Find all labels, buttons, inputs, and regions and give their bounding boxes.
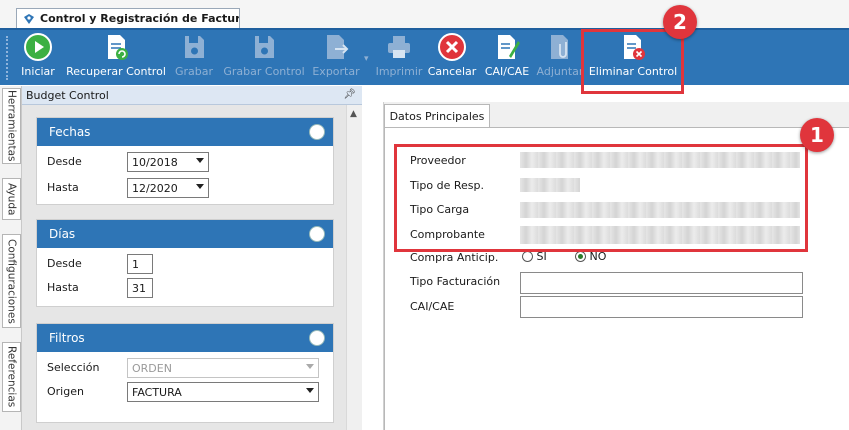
chevron-down-icon [306, 364, 314, 369]
toolbar: Iniciar Recuperar Control Grabar Grabar … [0, 28, 849, 85]
print-button-label: Imprimir [375, 65, 423, 78]
side-tab-herramientas[interactable]: Herramientas [2, 88, 21, 164]
cancel-button[interactable]: Cancelar [428, 32, 476, 85]
seleccion-label: Selección [47, 361, 100, 374]
recover-document-icon [108, 35, 128, 60]
cai-cae-label: CAI/CAE [410, 300, 455, 313]
fechas-desde-label: Desde [47, 155, 82, 168]
delete-control-button[interactable]: Eliminar Control [588, 32, 678, 85]
radio-no-circle[interactable] [575, 251, 586, 262]
chevron-down-icon [196, 158, 204, 163]
comprobante-value[interactable] [520, 226, 800, 244]
save-button-label: Grabar [174, 65, 214, 78]
document-tab[interactable]: Control y Registración de Factura... [16, 8, 240, 28]
recover-control-button-label: Recuperar Control [66, 65, 166, 78]
tipo-facturacion-field[interactable] [520, 272, 803, 294]
filtros-header[interactable]: Filtros [37, 324, 333, 352]
save-control-button[interactable]: Grabar Control [223, 32, 305, 85]
attach-icon [551, 35, 568, 59]
document-tabstrip: Control y Registración de Factura... [0, 0, 849, 28]
comprobante-label: Comprobante [410, 228, 485, 241]
save-icon [185, 36, 204, 58]
origen-label: Origen [47, 385, 84, 398]
recover-control-button[interactable]: Recuperar Control [66, 32, 166, 85]
compra-anticip-label: Compra Anticip. [410, 251, 499, 264]
document-tab-title: Control y Registración de Factura... [40, 12, 240, 25]
side-tabs: Herramientas Ayuda Configuraciones Refer… [0, 86, 22, 430]
cai-cae-button[interactable]: CAI/CAE [484, 32, 530, 85]
edit-document-icon [498, 35, 520, 59]
save-control-icon [255, 36, 274, 58]
cancel-button-label: Cancelar [427, 65, 477, 78]
app-logo-icon [23, 13, 35, 25]
radio-si[interactable]: SI [522, 250, 547, 263]
side-tab-configuraciones[interactable]: Configuraciones [2, 234, 21, 328]
start-button-label: Iniciar [21, 65, 55, 78]
fechas-hasta-label: Hasta [47, 181, 79, 194]
printer-icon [388, 36, 410, 58]
budget-control-panel: Budget Control 📌︎ Fechas Desde 10/2018 H… [22, 86, 362, 430]
export-button-label: Exportar [312, 65, 360, 78]
origen-select[interactable]: FACTURA [127, 382, 319, 402]
cai-cae-field[interactable] [520, 296, 803, 318]
dias-hasta-label: Hasta [47, 281, 79, 294]
filtros-group: Filtros Selección ORDEN Origen FACTURA [36, 323, 334, 423]
panel-header: Budget Control 📌︎ [22, 86, 362, 105]
delete-document-icon [624, 35, 645, 60]
delete-control-button-label: Eliminar Control [588, 65, 678, 78]
seleccion-select[interactable]: ORDEN [127, 358, 319, 378]
play-icon [24, 33, 52, 61]
dias-desde-input[interactable]: 1 [127, 254, 153, 274]
cancel-icon [438, 33, 466, 61]
start-button[interactable]: Iniciar [20, 32, 56, 85]
dias-group: Días Desde 1 Hasta 31 [36, 219, 334, 307]
dias-desde-label: Desde [47, 257, 82, 270]
dias-header[interactable]: Días [37, 220, 333, 248]
radio-no[interactable]: NO [575, 250, 606, 263]
attach-button-label: Adjuntar [536, 65, 584, 78]
save-button[interactable]: Grabar [174, 32, 214, 85]
fechas-hasta-select[interactable]: 12/2020 [127, 178, 209, 198]
attach-button[interactable]: Adjuntar [536, 32, 584, 85]
print-button[interactable]: Imprimir [376, 32, 422, 85]
tab-datos-principales[interactable]: Datos Principales [384, 104, 490, 128]
collapse-icon[interactable] [309, 226, 325, 242]
chevron-down-icon [306, 388, 314, 393]
panel-body: Fechas Desde 10/2018 Hasta 12/2020 Días … [22, 105, 346, 430]
tipo-resp-label: Tipo de Resp. [410, 179, 485, 192]
badge-2: 2 [663, 5, 697, 39]
collapse-icon[interactable] [309, 330, 325, 346]
dias-hasta-input[interactable]: 31 [127, 278, 153, 298]
scroll-up-icon[interactable]: ▲ [350, 109, 357, 119]
side-tab-referencias[interactable]: Referencias [2, 342, 21, 412]
chevron-down-icon [196, 184, 204, 189]
pin-icon[interactable]: 📌︎ [343, 89, 356, 100]
badge-1: 1 [800, 118, 834, 152]
fechas-header[interactable]: Fechas [37, 118, 333, 146]
save-control-button-label: Grabar Control [223, 65, 305, 78]
toolbar-grip[interactable] [6, 36, 9, 80]
tipo-facturacion-label: Tipo Facturación [410, 275, 501, 288]
tipo-carga-value[interactable] [520, 202, 800, 218]
tipo-resp-value[interactable] [520, 178, 580, 192]
fechas-desde-select[interactable]: 10/2018 [127, 152, 209, 172]
panel-title: Budget Control [26, 88, 109, 102]
proveedor-value[interactable] [520, 152, 800, 168]
fechas-group: Fechas Desde 10/2018 Hasta 12/2020 [36, 117, 334, 205]
radio-si-circle[interactable] [522, 251, 533, 262]
export-icon [327, 35, 349, 59]
cai-cae-button-label: CAI/CAE [484, 65, 530, 78]
proveedor-label: Proveedor [410, 154, 466, 167]
side-tab-ayuda[interactable]: Ayuda [2, 178, 21, 220]
panel-scrollbar[interactable]: ▲ [346, 105, 362, 430]
collapse-icon[interactable] [309, 124, 325, 140]
export-button[interactable]: Exportar [308, 32, 364, 85]
tipo-carga-label: Tipo Carga [410, 203, 470, 216]
export-dropdown-arrow-icon[interactable]: ▾ [364, 54, 369, 64]
